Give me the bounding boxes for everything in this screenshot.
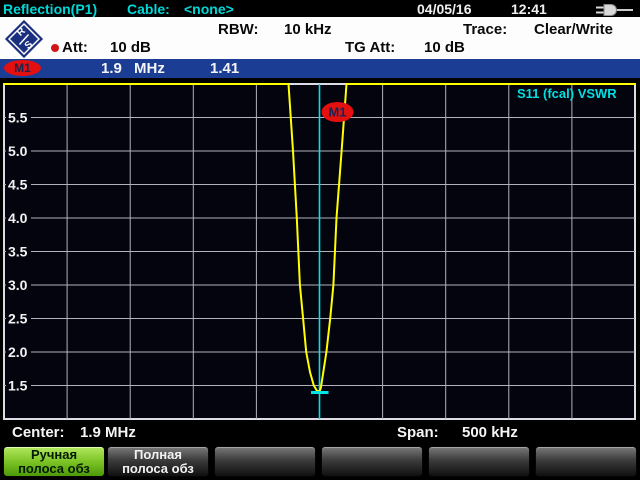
- marker-measured-value: 1.41: [210, 60, 239, 77]
- rbw-value: 10 kHz: [284, 21, 332, 38]
- center-value: 1.9 MHz: [80, 424, 136, 441]
- svg-text:5.0: 5.0: [8, 143, 28, 159]
- softkey-5-empty[interactable]: [428, 446, 530, 477]
- att-label: Att:: [62, 39, 88, 56]
- marker-frequency-unit: MHz: [134, 60, 165, 77]
- softkey-6-empty[interactable]: [535, 446, 637, 477]
- marker-m1-bubble[interactable]: M1: [322, 102, 354, 122]
- softkey-label-line2: полоса обз: [108, 462, 208, 476]
- measurement-title: Reflection(P1): [3, 1, 97, 17]
- softkey-label-line1: Полная: [108, 448, 208, 462]
- attenuation-indicator-dot: [51, 44, 59, 52]
- vswr-chart: 5.5 5.0 4.5 4.0 3.5 3.0 2.5 2.0 1.5 M1: [0, 78, 640, 422]
- softkey-label-line1: Ручная: [4, 448, 104, 462]
- cable-label: Cable:: [127, 1, 170, 17]
- marker-readout-bar: M1 1.9 MHz 1.41: [0, 59, 640, 78]
- chart-area: 5.5 5.0 4.5 4.0 3.5 3.0 2.5 2.0 1.5 M1 S11 (fcal…: [0, 78, 640, 422]
- softkey-3-empty[interactable]: [214, 446, 316, 477]
- y-axis-tick-labels: 5.5 5.0 4.5 4.0 3.5 3.0 2.5 2.0 1.5: [6, 109, 31, 394]
- softkey-bar: Ручная полоса обз Полная полоса обз: [0, 444, 640, 480]
- span-label: Span:: [397, 424, 439, 441]
- rbw-label: RBW:: [218, 21, 259, 38]
- svg-text:3.5: 3.5: [8, 244, 28, 260]
- span-value: 500 kHz: [462, 424, 518, 441]
- svg-text:3.0: 3.0: [8, 277, 28, 293]
- marker-frequency-value: 1.9: [101, 60, 122, 77]
- att-value: 10 dB: [110, 39, 151, 56]
- time-display: 12:41: [511, 1, 547, 17]
- trace-mode-value: Clear/Write: [534, 21, 613, 38]
- top-status-bar: Reflection(P1) Cable: <none> 04/05/16 12…: [0, 0, 640, 17]
- svg-text:M1: M1: [328, 105, 346, 120]
- frequency-status-bar: Center: 1.9 MHz Span: 500 kHz: [0, 422, 640, 444]
- tg-att-label: TG Att:: [345, 39, 395, 56]
- svg-text:4.5: 4.5: [8, 177, 28, 193]
- tg-att-value: 10 dB: [424, 39, 465, 56]
- trace-mode-annotation: S11 (fcal) VSWR: [517, 86, 617, 101]
- instrument-screen: Reflection(P1) Cable: <none> 04/05/16 12…: [0, 0, 640, 480]
- center-label: Center:: [12, 424, 65, 441]
- svg-text:1.5: 1.5: [8, 378, 28, 394]
- softkey-full-span[interactable]: Полная полоса обз: [107, 446, 209, 477]
- date-display: 04/05/16: [417, 1, 472, 17]
- trace-mode-label: Trace:: [463, 21, 507, 38]
- svg-text:2.0: 2.0: [8, 344, 28, 360]
- softkey-label-line2: полоса обз: [4, 462, 104, 476]
- rohde-schwarz-logo: R S: [3, 19, 45, 64]
- settings-header: R S RBW: 10 kHz Trace: Clear/Write Att: …: [0, 17, 640, 59]
- svg-text:2.5: 2.5: [8, 311, 28, 327]
- softkey-manual-span[interactable]: Ручная полоса обз: [3, 446, 105, 477]
- svg-text:5.5: 5.5: [8, 110, 28, 126]
- svg-text:4.0: 4.0: [8, 210, 28, 226]
- softkey-4-empty[interactable]: [321, 446, 423, 477]
- marker-m1-badge: M1: [4, 60, 41, 76]
- cable-value: <none>: [184, 1, 234, 17]
